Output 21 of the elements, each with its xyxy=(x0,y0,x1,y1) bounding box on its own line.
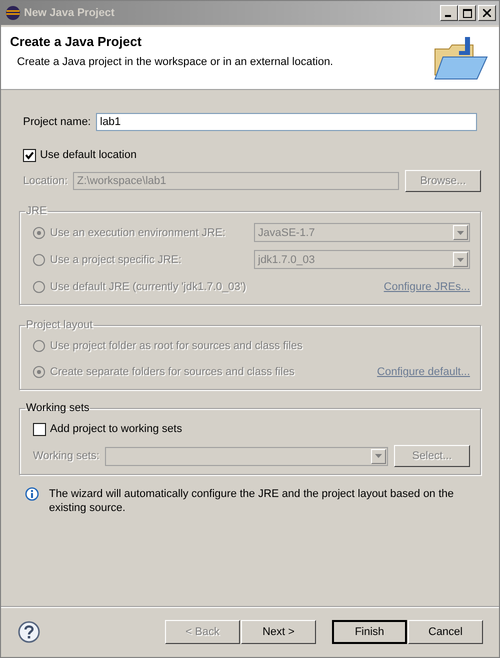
radio-label: Use project folder as root for sources and class files xyxy=(50,340,304,352)
radio-label: Create separate folders for sources and class files xyxy=(50,366,296,378)
group-title: Working sets xyxy=(25,402,90,414)
field-label: Working sets: xyxy=(33,450,100,462)
info-message: The wizard will automatically configure the JRE and the project layout based on the existing source. xyxy=(49,487,455,515)
input-field[interactable]: lab1 xyxy=(96,113,477,131)
page-title: Create a Java Project xyxy=(10,34,143,49)
button[interactable]: Cancel xyxy=(408,620,483,644)
radio-label: Use an execution environment JRE: xyxy=(50,226,226,238)
field-label: Project name: xyxy=(23,116,92,128)
page-description: Create a Java project in the workspace or in an external location. xyxy=(16,56,334,68)
button[interactable]: Finish xyxy=(332,620,407,644)
group-title: JRE xyxy=(25,205,48,217)
group-title: Project layout xyxy=(25,319,94,331)
checkbox-label: Add project to working sets xyxy=(50,423,182,435)
radio-label: Use a project specific JRE: xyxy=(50,254,182,266)
radio-label: Use default JRE (currently 'jdk1.7.0_03') xyxy=(50,280,248,292)
button[interactable]: Next > xyxy=(241,620,316,644)
checkbox-label: Use default location xyxy=(40,149,137,161)
field-label: Location: xyxy=(23,175,69,187)
window-title: New Java Project xyxy=(24,7,116,19)
